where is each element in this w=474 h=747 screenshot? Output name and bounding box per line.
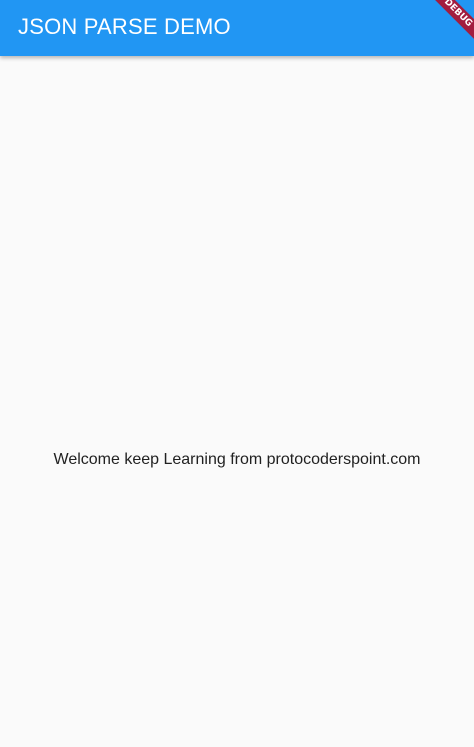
- app-bar: JSON PARSE DEMO: [0, 0, 474, 56]
- main-body: Welcome keep Learning from protocoderspo…: [0, 56, 474, 747]
- welcome-text: Welcome keep Learning from protocoderspo…: [53, 451, 421, 468]
- app-bar-title: JSON PARSE DEMO: [18, 14, 231, 39]
